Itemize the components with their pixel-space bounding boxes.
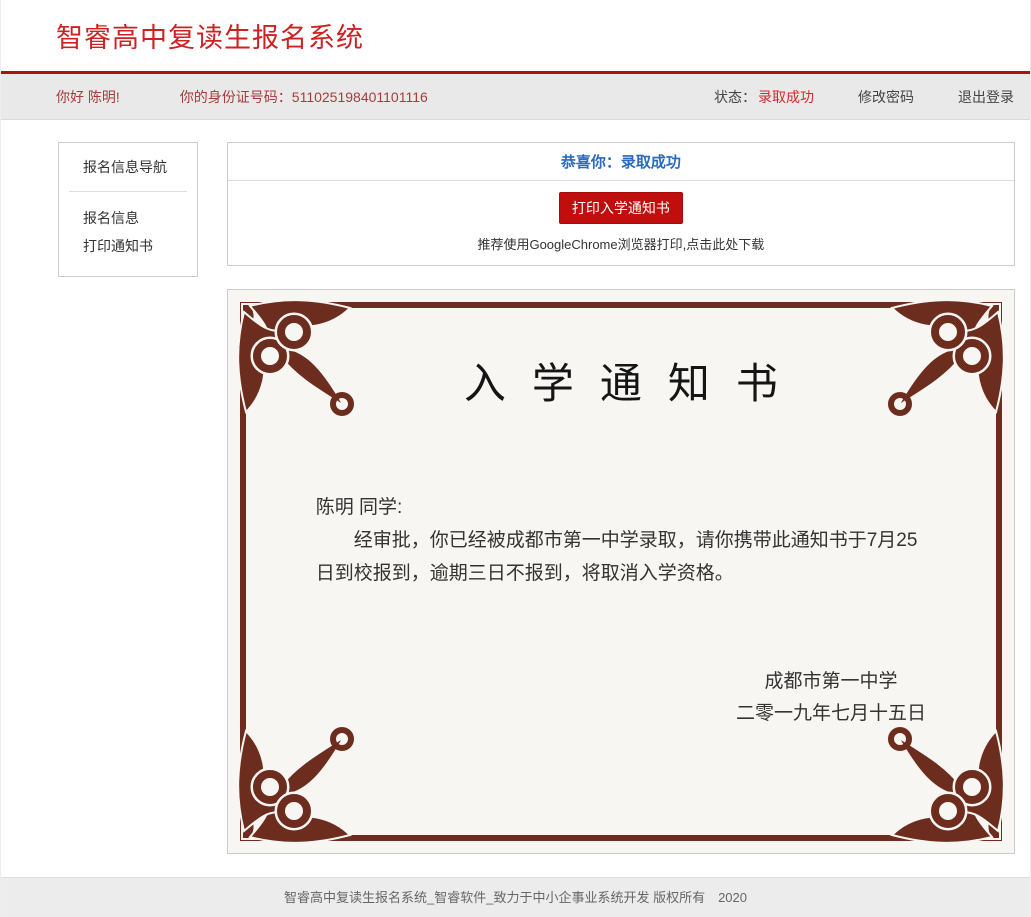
footer-copyright: 智睿高中复读生报名系统_智睿软件_致力于中小企事业系统开发 版权所有 2020 [284,890,747,905]
id-number-label: 你的身份证号码： [180,89,292,105]
main-column: 恭喜你：录取成功 打印入学通知书 推荐使用GoogleChrome浏览器打印,点… [227,142,1015,854]
sidebar-divider [69,191,187,192]
page: 智睿高中复读生报名系统 你好 陈明! 你的身份证号码：5110251984011… [0,0,1031,917]
logout-link[interactable]: 退出登录 [958,87,1014,107]
id-number-value: 511025198401101116 [292,89,428,105]
certificate-school-name: 成都市第一中学 [736,666,926,698]
congrats-text: 恭喜你：录取成功 [228,143,1014,181]
user-greeting: 你好 陈明! [56,87,120,107]
sidebar-heading: 报名信息导航 [59,157,197,191]
id-number-group: 你的身份证号码：511025198401101116 [180,87,428,107]
site-title: 智睿高中复读生报名系统 [56,16,364,55]
user-bar-right: 状态： 录取成功 修改密码 退出登录 [714,87,1014,107]
certificate-salutation: 陈明 同学: [316,491,924,524]
certificate-body: 陈明 同学: 经审批，你已经被成都市第一中学录取，请你携带此通知书于7月25日到… [316,491,924,590]
sidebar-item-registration-info[interactable]: 报名信息 [59,204,197,232]
status-badge: 录取成功 [758,87,814,107]
sidebar: 报名信息导航 报名信息 打印通知书 [58,142,198,277]
header: 智睿高中复读生报名系统 [1,0,1030,71]
user-bar: 你好 陈明! 你的身份证号码：511025198401101116 状态： 录取… [1,74,1030,120]
print-notice-button[interactable]: 打印入学通知书 [559,192,683,224]
change-password-link[interactable]: 修改密码 [858,87,914,107]
browser-hint-link[interactable]: 推荐使用GoogleChrome浏览器打印,点击此处下载 [228,234,1014,253]
content-area: 报名信息导航 报名信息 打印通知书 恭喜你：录取成功 打印入学通知书 推荐使用G… [1,120,1030,854]
result-panel: 恭喜你：录取成功 打印入学通知书 推荐使用GoogleChrome浏览器打印,点… [227,142,1015,266]
certificate-paragraph: 经审批，你已经被成都市第一中学录取，请你携带此通知书于7月25日到校报到，逾期三… [316,524,924,590]
certificate-title: 入学通知书 [228,290,1014,411]
certificate-issue-date: 二零一九年七月十五日 [736,698,926,730]
status-label: 状态： [714,87,756,107]
certificate-content: 入学通知书 陈明 同学: 经审批，你已经被成都市第一中学录取，请你携带此通知书于… [228,290,1014,853]
admission-notice-certificate: 入学通知书 陈明 同学: 经审批，你已经被成都市第一中学录取，请你携带此通知书于… [227,289,1015,854]
certificate-signature-inner: 成都市第一中学 二零一九年七月十五日 [736,666,926,730]
sidebar-item-print-notice[interactable]: 打印通知书 [59,232,197,260]
footer: 智睿高中复读生报名系统_智睿软件_致力于中小企事业系统开发 版权所有 2020 [1,877,1030,917]
action-area: 打印入学通知书 推荐使用GoogleChrome浏览器打印,点击此处下载 [228,181,1014,265]
certificate-signature: 成都市第一中学 二零一九年七月十五日 [228,666,926,730]
